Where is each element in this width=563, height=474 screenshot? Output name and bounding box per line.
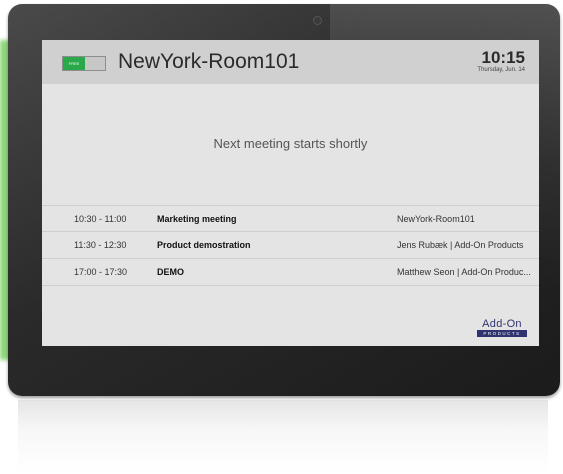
next-meeting-message: Next meeting starts shortly	[213, 136, 368, 151]
availability-toggle[interactable]: FREE	[62, 56, 106, 71]
status-badge: FREE	[63, 57, 85, 70]
current-time: 10:15	[481, 48, 525, 67]
meeting-subject: Marketing meeting	[157, 214, 237, 224]
logo-text: Add-On	[482, 318, 522, 330]
tablet-reflection	[18, 400, 548, 474]
list-divider	[42, 285, 539, 286]
meeting-time: 10:30 - 11:00	[74, 214, 127, 224]
current-date: Thursday, Jun. 14	[477, 67, 525, 73]
meeting-row[interactable]: 11:30 - 12:30 Product demostration Jens …	[42, 231, 539, 258]
camera-icon	[313, 16, 322, 25]
meeting-organizer: Jens Rubæk | Add-On Products	[397, 240, 524, 250]
meeting-time: 17:00 - 17:30	[74, 267, 128, 277]
header-bar: FREE NewYork-Room101 10:15 Thursday, Jun…	[42, 40, 539, 84]
meeting-subject: Product demostration	[157, 240, 251, 250]
logo-subtext: PRODUCTS	[477, 330, 527, 337]
meeting-organizer: Matthew Seon | Add-On Produc...	[397, 267, 531, 277]
room-name: NewYork-Room101	[118, 50, 300, 73]
room-display-screen: FREE NewYork-Room101 10:15 Thursday, Jun…	[42, 40, 539, 346]
meeting-organizer: NewYork-Room101	[397, 214, 475, 224]
meeting-row[interactable]: 10:30 - 11:00 Marketing meeting NewYork-…	[42, 205, 539, 232]
brand-logo: Add-On PRODUCTS	[477, 318, 527, 340]
meeting-time: 11:30 - 12:30	[74, 240, 127, 250]
meeting-subject: DEMO	[157, 267, 184, 277]
meeting-row[interactable]: 17:00 - 17:30 DEMO Matthew Seon | Add-On…	[42, 258, 539, 285]
